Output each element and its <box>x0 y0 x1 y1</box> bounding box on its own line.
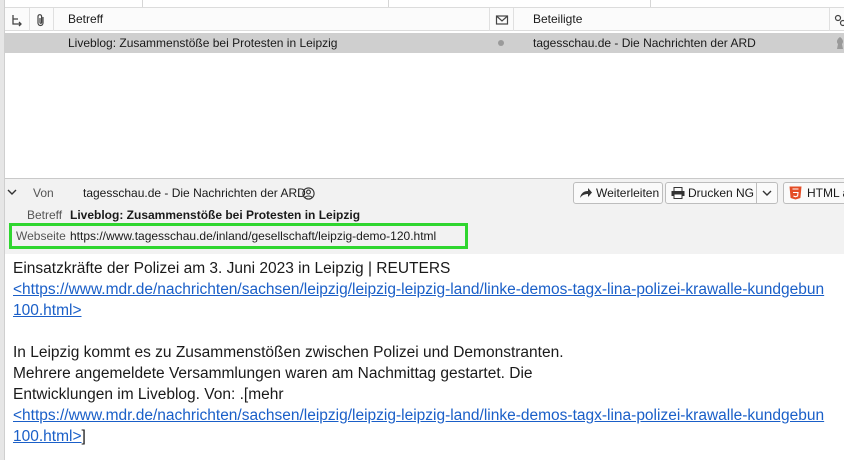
body-link-1[interactable]: <https://www.mdr.de/nachrichten/sachsen/… <box>13 281 824 298</box>
print-label: Drucken NG <box>688 186 755 200</box>
body-link-2-end[interactable]: 100.html> <box>13 428 82 445</box>
column-picker-icon <box>834 14 844 27</box>
contact-icon[interactable] <box>302 187 315 200</box>
read-dot-icon[interactable] <box>498 40 504 46</box>
print-dropdown-icon[interactable] <box>762 189 772 197</box>
message-row-participants: tagesschau.de - Die Nachrichten der ARD <box>533 36 756 50</box>
html-label: HTML a <box>807 186 844 200</box>
column-attachment[interactable] <box>30 8 54 31</box>
thread-icon <box>12 15 22 27</box>
message-body: Einsatzkräfte der Polizei am 3. Juni 202… <box>13 258 844 447</box>
body-blank-line <box>13 321 844 342</box>
forward-label: Weiterleiten <box>596 186 660 200</box>
html5-icon <box>789 186 802 200</box>
message-list[interactable]: Betreff Beteiligte Liveblog: Zusammenstö… <box>5 0 844 178</box>
subject-label: Betreff <box>27 208 63 222</box>
paperclip-icon <box>37 14 44 27</box>
column-participants[interactable]: Beteiligte <box>514 8 830 31</box>
read-status-icon <box>495 15 509 25</box>
body-paragraph-line-3: Entwicklungen im Liveblog. Von: .[mehr <box>13 386 284 403</box>
junk-status-icon[interactable] <box>835 36 844 50</box>
message-row-subject: Liveblog: Zusammenstöße bei Protesten in… <box>68 36 338 50</box>
column-subject[interactable]: Betreff <box>54 8 490 31</box>
html-button[interactable]: HTML a <box>783 182 844 204</box>
body-caption: Einsatzkräfte der Polizei am 3. Juni 202… <box>13 260 451 277</box>
column-subject-label: Betreff <box>68 12 104 26</box>
column-thread[interactable] <box>5 8 30 31</box>
column-participants-label: Beteiligte <box>533 12 583 26</box>
from-label: Von <box>33 186 54 200</box>
forward-icon <box>580 188 592 198</box>
forward-button[interactable]: Weiterleiten <box>573 182 663 204</box>
message-header-pane: Von tagesschau.de - Die Nachrichten der … <box>5 178 844 254</box>
website-label: Webseite <box>16 229 66 243</box>
from-value[interactable]: tagesschau.de - Die Nachrichten der ARD <box>83 186 306 200</box>
subject-value: Liveblog: Zusammenstöße bei Protesten in… <box>70 208 361 222</box>
printer-icon <box>671 187 685 199</box>
column-picker[interactable] <box>830 8 844 31</box>
body-link-2[interactable]: <https://www.mdr.de/nachrichten/sachsen/… <box>13 407 824 424</box>
column-header: Betreff Beteiligte <box>5 7 844 31</box>
website-row-highlight: Webseite https://www.tagesschau.de/inlan… <box>9 223 468 249</box>
print-button[interactable]: Drucken NG <box>665 182 778 204</box>
website-link[interactable]: https://www.tagesschau.de/inland/gesells… <box>70 229 436 243</box>
message-row-selected[interactable]: Liveblog: Zusammenstöße bei Protesten in… <box>5 33 844 53</box>
body-link-1-end[interactable]: 100.html> <box>13 302 82 319</box>
column-strip <box>5 0 844 7</box>
body-paragraph-line-2: Mehrere angemeldete Versammlungen waren … <box>13 365 533 382</box>
body-paragraph-line-1: In Leipzig kommt es zu Zusammenstößen zw… <box>13 344 564 361</box>
column-read-status[interactable] <box>490 8 514 31</box>
body-bracket: ] <box>81 428 86 445</box>
collapse-chevron-icon[interactable] <box>7 187 17 197</box>
